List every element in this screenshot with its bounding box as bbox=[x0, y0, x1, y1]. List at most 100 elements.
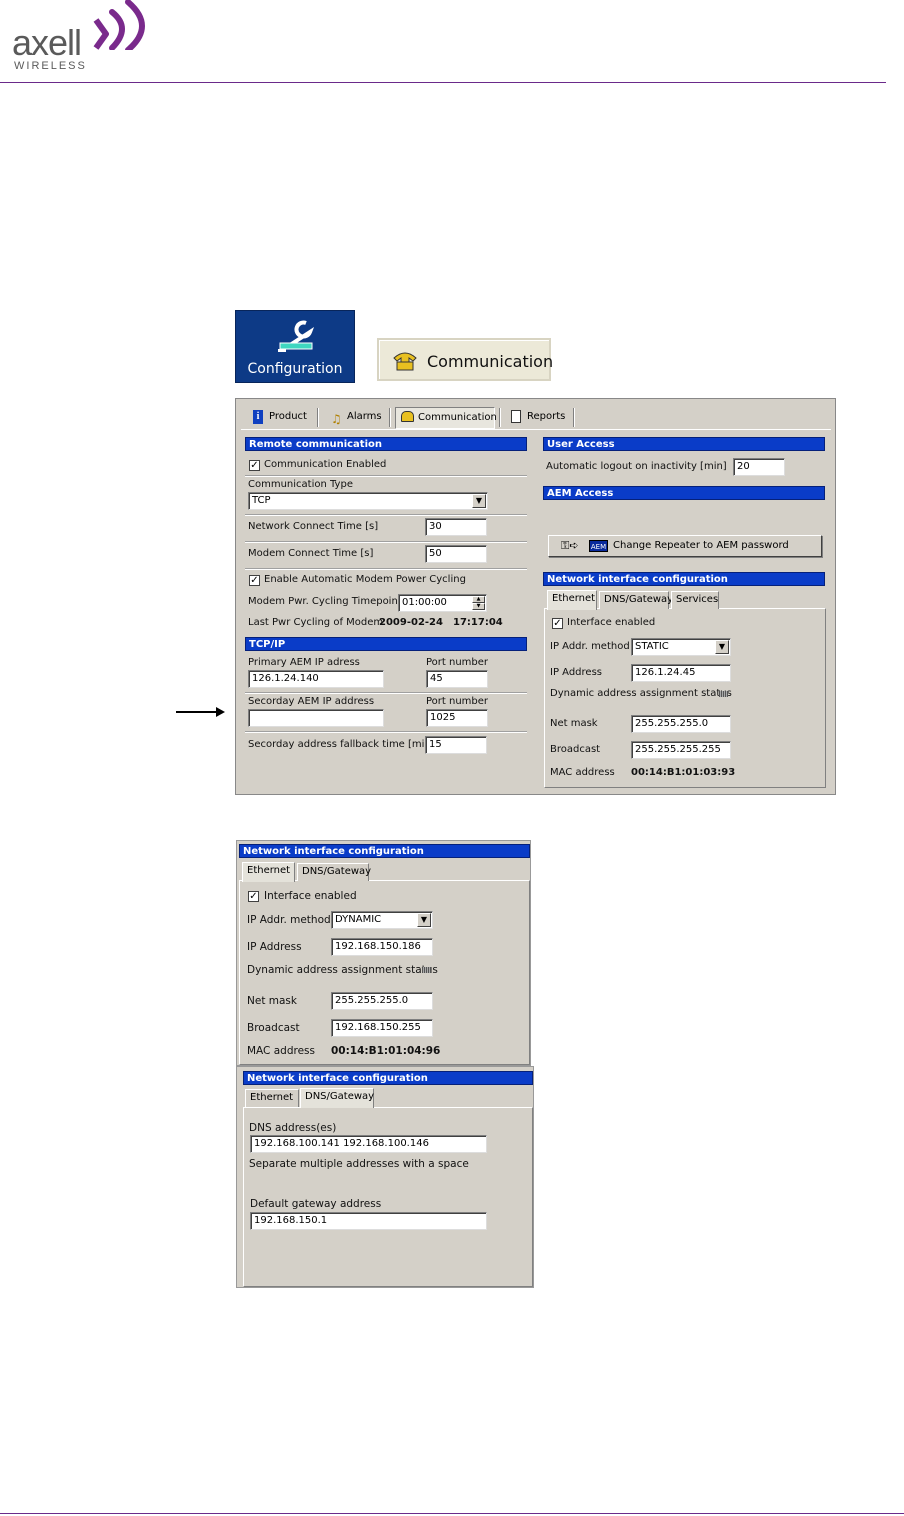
netmask-input[interactable]: 255.255.255.0 bbox=[631, 715, 731, 733]
mac-address-value: 00:14:B1:01:03:93 bbox=[631, 767, 736, 778]
dynamic-status-label: Dynamic address assignment status bbox=[247, 964, 438, 976]
tab-dns-gateway[interactable]: DNS/Gateway bbox=[297, 863, 371, 881]
divider bbox=[245, 568, 527, 570]
dns-address-input[interactable]: 192.168.100.141 192.168.100.146 bbox=[250, 1135, 487, 1153]
tab-ethernet[interactable]: Ethernet bbox=[547, 590, 597, 610]
ip-method-select[interactable]: STATIC ▼ bbox=[631, 638, 731, 656]
interface-enabled-checkbox[interactable]: ✓ bbox=[552, 618, 563, 629]
configuration-label: Configuration bbox=[247, 361, 343, 377]
status-led-icon bbox=[719, 691, 728, 697]
communication-type-label: Communication Type bbox=[248, 479, 353, 490]
spin-up-icon: ▲ bbox=[472, 596, 485, 603]
secondary-aem-ip-input[interactable] bbox=[248, 709, 384, 727]
network-config-title: Network interface configuration bbox=[243, 1071, 533, 1085]
status-led-icon bbox=[422, 967, 431, 973]
chevron-down-icon[interactable]: ▼ bbox=[472, 494, 486, 508]
user-access-title: User Access bbox=[543, 437, 825, 451]
aem-badge: AEM bbox=[589, 540, 608, 552]
telephone-icon bbox=[393, 352, 417, 371]
netmask-label: Net mask bbox=[247, 995, 297, 1007]
divider bbox=[245, 514, 527, 516]
tab-services[interactable]: Services bbox=[671, 591, 719, 609]
secondary-port-input[interactable]: 1025 bbox=[426, 709, 488, 727]
last-cycling-date: 2009-02-24 bbox=[379, 617, 443, 628]
key-arrow-icon: ⚿➪ bbox=[561, 539, 579, 552]
ip-address-input[interactable]: 126.1.24.45 bbox=[631, 664, 731, 682]
default-gateway-label: Default gateway address bbox=[250, 1198, 382, 1210]
interface-enabled-label: Interface enabled bbox=[264, 890, 357, 902]
tab-alarms[interactable]: ♫ Alarms bbox=[325, 407, 387, 429]
fallback-time-label: Secorday address fallback time [min] bbox=[248, 739, 435, 750]
tcpip-title: TCP/IP bbox=[245, 637, 527, 651]
netmask-input[interactable]: 255.255.255.0 bbox=[331, 992, 433, 1010]
info-icon: i bbox=[253, 410, 263, 424]
auto-power-cycling-label: Enable Automatic Modem Power Cycling bbox=[264, 574, 466, 585]
ip-address-input[interactable]: 192.168.150.186 bbox=[331, 938, 433, 956]
auto-logout-input[interactable]: 20 bbox=[733, 458, 785, 476]
auto-power-cycling-checkbox[interactable]: ✓ bbox=[249, 575, 260, 586]
chevron-down-icon[interactable]: ▼ bbox=[715, 640, 729, 654]
fallback-time-input[interactable]: 15 bbox=[425, 736, 487, 754]
header-divider bbox=[0, 82, 886, 83]
ip-method-select[interactable]: DYNAMIC ▼ bbox=[331, 911, 433, 929]
network-config-title: Network interface configuration bbox=[239, 844, 530, 858]
spinner-control[interactable]: ▲ ▼ bbox=[472, 596, 485, 610]
interface-enabled-label: Interface enabled bbox=[567, 617, 656, 628]
secondary-port-label: Port number bbox=[426, 696, 489, 707]
wrench-screwdriver-icon bbox=[278, 320, 315, 352]
dynamic-status-label: Dynamic address assignment status bbox=[550, 688, 732, 699]
toolbar-separator bbox=[389, 408, 391, 427]
ip-address-label: IP Address bbox=[550, 667, 602, 678]
change-aem-password-button[interactable]: ⚿➪ AEM Change Repeater to AEM password bbox=[548, 535, 822, 557]
arrow-head-icon bbox=[216, 707, 225, 717]
tab-ethernet[interactable]: Ethernet bbox=[242, 862, 295, 882]
primary-aem-ip-input[interactable]: 126.1.24.140 bbox=[248, 670, 384, 688]
tab-reports[interactable]: Reports bbox=[505, 407, 571, 429]
tab-dns-gateway[interactable]: DNS/Gateway bbox=[300, 1088, 374, 1108]
primary-port-input[interactable]: 45 bbox=[426, 670, 488, 688]
footer-divider bbox=[0, 1513, 904, 1514]
cycling-timepoint-input[interactable]: 01:00:00 ▲ ▼ bbox=[398, 594, 487, 612]
secondary-aem-ip-label: Secorday AEM IP address bbox=[248, 696, 375, 707]
spin-down-icon: ▼ bbox=[472, 603, 485, 610]
logo-subtitle: WIRELESS bbox=[14, 60, 87, 72]
network-config-panel-dns: Network interface configuration Ethernet… bbox=[236, 1066, 534, 1288]
toolbar-separator bbox=[573, 408, 575, 427]
interface-enabled-checkbox[interactable]: ✓ bbox=[248, 891, 259, 902]
ip-address-label: IP Address bbox=[247, 941, 302, 953]
broadcast-label: Broadcast bbox=[247, 1022, 300, 1034]
aem-access-title: AEM Access bbox=[543, 486, 825, 500]
configuration-button[interactable]: Configuration bbox=[235, 310, 355, 383]
ip-method-label: IP Addr. method bbox=[247, 914, 331, 926]
bell-icon: ♫ bbox=[331, 412, 342, 426]
divider bbox=[245, 731, 527, 733]
broadcast-input[interactable]: 255.255.255.255 bbox=[631, 741, 731, 759]
tab-dns-gateway[interactable]: DNS/Gateway bbox=[599, 591, 673, 609]
netmask-label: Net mask bbox=[550, 718, 598, 729]
tab-communication[interactable]: Communication bbox=[395, 407, 497, 429]
communication-button[interactable]: Communication bbox=[377, 338, 554, 381]
modem-connect-time-input[interactable]: 50 bbox=[425, 545, 487, 563]
remote-communication-title: Remote communication bbox=[245, 437, 527, 451]
communication-type-select[interactable]: TCP ▼ bbox=[248, 492, 488, 510]
divider bbox=[245, 692, 527, 694]
chevron-down-icon[interactable]: ▼ bbox=[417, 913, 431, 927]
dns-address-label: DNS address(es) bbox=[249, 1122, 337, 1134]
dns-hint: Separate multiple addresses with a space bbox=[249, 1158, 469, 1170]
default-gateway-input[interactable]: 192.168.150.1 bbox=[250, 1212, 487, 1230]
network-config-title: Network interface configuration bbox=[543, 572, 825, 586]
network-config-panel-dynamic: Network interface configuration Ethernet… bbox=[236, 840, 531, 1066]
auto-logout-label: Automatic logout on inactivity [min] bbox=[546, 461, 727, 472]
tab-ethernet[interactable]: Ethernet bbox=[245, 1089, 299, 1107]
communication-panel: i Product ♫ Alarms Communication Reports… bbox=[235, 398, 836, 795]
network-connect-time-label: Network Connect Time [s] bbox=[248, 521, 379, 532]
primary-aem-ip-label: Primary AEM IP adress bbox=[248, 657, 360, 668]
divider bbox=[245, 475, 527, 477]
communication-enabled-checkbox[interactable]: ✓ bbox=[249, 460, 260, 471]
tab-product[interactable]: i Product bbox=[247, 407, 315, 429]
network-connect-time-input[interactable]: 30 bbox=[425, 518, 487, 536]
broadcast-label: Broadcast bbox=[550, 744, 601, 755]
logo-wordmark: axell bbox=[12, 22, 82, 63]
communication-label: Communication bbox=[427, 352, 554, 371]
broadcast-input[interactable]: 192.168.150.255 bbox=[331, 1019, 433, 1037]
